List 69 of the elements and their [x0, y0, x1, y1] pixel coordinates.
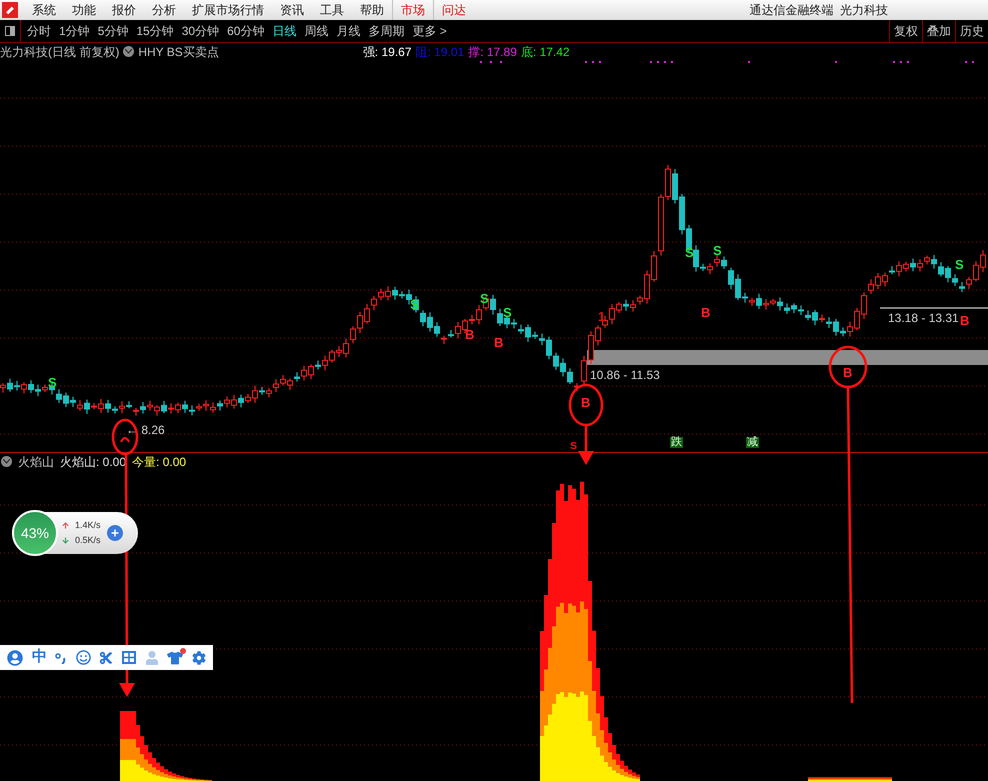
- period-tab[interactable]: 30分钟: [178, 22, 224, 40]
- period-tab[interactable]: 1分钟: [55, 22, 94, 40]
- menu-item[interactable]: 分析: [144, 1, 184, 19]
- menu-item[interactable]: 功能: [64, 1, 104, 19]
- period-tab[interactable]: 日线: [268, 22, 300, 40]
- upload-arrow-icon: [62, 522, 69, 529]
- buy-signal: B: [843, 366, 852, 379]
- download-arrow-icon: [62, 537, 69, 544]
- period-tab[interactable]: 分时: [23, 22, 55, 40]
- price-label: 13.18 - 13.31: [888, 312, 959, 324]
- indicator-name: 火焰山: [18, 454, 54, 470]
- window-title: 通达信金融终端 光力科技: [749, 2, 888, 19]
- buy-signal: B: [960, 314, 970, 327]
- price-label: 10.86 - 11.53: [590, 369, 660, 381]
- price-label: ← 8.26: [126, 424, 165, 436]
- toolbar-button[interactable]: 历史: [955, 20, 988, 42]
- upload-speed: 1.4K/s: [75, 518, 101, 532]
- shirt-icon[interactable]: [167, 650, 184, 666]
- period-tab[interactable]: 15分钟: [132, 22, 178, 40]
- period-tab[interactable]: 周线: [300, 22, 332, 40]
- sell-signal: S: [48, 376, 57, 389]
- menu-item[interactable]: 市场: [392, 0, 433, 20]
- period-tab[interactable]: 5分钟: [94, 22, 132, 40]
- sell-signal: S: [955, 258, 964, 271]
- memory-usage-gauge: 43%: [12, 510, 58, 556]
- buy-signal: B: [494, 336, 504, 349]
- keyboard-icon[interactable]: [122, 651, 136, 664]
- menu-item[interactable]: 报价: [104, 1, 144, 19]
- toolbar-button[interactable]: 复权: [889, 20, 922, 42]
- chart-note: 1: [598, 310, 606, 323]
- period-tab[interactable]: 更多 >: [408, 22, 451, 40]
- panel-toggle-icon[interactable]: [5, 26, 15, 36]
- scissors-icon[interactable]: [99, 650, 114, 664]
- indicator-reading: 今量: 0.00: [132, 454, 186, 470]
- menu-item[interactable]: 帮助: [352, 1, 392, 19]
- toolbar-button[interactable]: 叠加: [922, 20, 955, 42]
- menu-item[interactable]: 问达: [433, 0, 474, 20]
- security-title: 光力科技(日线 前复权): [0, 44, 120, 60]
- dropdown-icon[interactable]: [123, 46, 134, 57]
- emoji-icon[interactable]: [76, 650, 91, 665]
- signal-tag: 跌: [670, 437, 683, 448]
- sell-signal: S: [713, 244, 722, 257]
- download-speed: 0.5K/s: [75, 534, 101, 547]
- period-tab[interactable]: 月线: [332, 22, 364, 40]
- menu-item[interactable]: 工具: [312, 1, 352, 19]
- sell-signal: S: [503, 306, 512, 319]
- app-logo-icon: [2, 2, 18, 18]
- indicator-reading: 强: 19.67: [362, 44, 412, 60]
- indicator-reading: 撑: 17.89: [468, 44, 517, 60]
- menu-item[interactable]: 资讯: [272, 1, 312, 19]
- buy-signal: B: [465, 328, 474, 341]
- plus-icon[interactable]: [106, 525, 123, 541]
- signal-tag: 减: [746, 437, 759, 448]
- user-icon[interactable]: [7, 650, 24, 666]
- settings-icon[interactable]: [192, 650, 206, 664]
- input-mode-button[interactable]: 中: [32, 646, 47, 669]
- buy-signal: B: [581, 396, 590, 409]
- dropdown-icon[interactable]: [1, 456, 12, 467]
- buy-signal: B: [701, 306, 710, 319]
- punctuation-icon[interactable]: [55, 652, 68, 664]
- indicator-reading: 阻: 19.01: [416, 44, 464, 60]
- indicator-reading: 底: 17.42: [520, 44, 570, 60]
- chart-note: s: [570, 438, 578, 451]
- indicator-name: HHY BS买卖点: [138, 44, 219, 60]
- menu-item[interactable]: 扩展市场行情: [184, 1, 272, 19]
- period-tab[interactable]: 60分钟: [223, 22, 268, 40]
- menu-item[interactable]: 系统: [24, 1, 64, 19]
- period-tab[interactable]: 多周期: [364, 22, 408, 40]
- indicator-reading: 火焰山: 0.00: [60, 454, 126, 470]
